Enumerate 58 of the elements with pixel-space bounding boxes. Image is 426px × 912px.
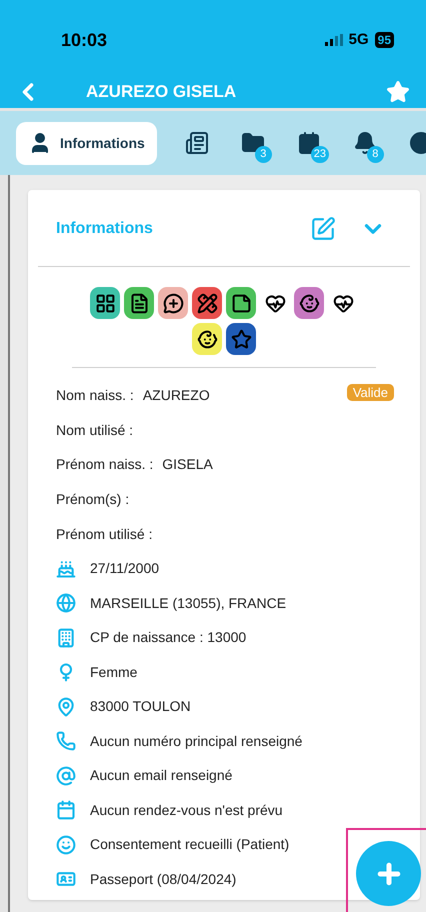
smile-icon [56, 834, 76, 855]
baby-icon [196, 328, 218, 350]
field-value: GISELA [162, 455, 213, 474]
detail-text: Aucun rendez-vous n'est prévu [90, 800, 283, 820]
heart-pulse-icon [332, 292, 354, 314]
module-tile[interactable] [158, 287, 188, 319]
module-tile[interactable] [226, 287, 256, 319]
network-label: 5G [348, 30, 369, 50]
field-label: Nom naiss. : [56, 386, 134, 405]
battery-indicator: 95 [374, 32, 394, 48]
field-label: Prénom naiss. : [56, 455, 154, 474]
detail-text: Aucun numéro principal renseigné [90, 732, 302, 751]
module-tile[interactable] [192, 323, 222, 355]
star-icon [230, 328, 252, 350]
signal-icon [324, 34, 343, 46]
tab[interactable]: 3 [236, 122, 269, 164]
module-tile[interactable] [90, 287, 120, 319]
list-icon [184, 131, 209, 155]
phone-icon [56, 731, 76, 752]
count-badge: 3 [254, 146, 272, 162]
document-icon [128, 292, 150, 314]
detail-text: Femme [90, 662, 138, 682]
detail-text: CP de naissance : 13000 [90, 628, 246, 648]
tab[interactable]: Informations [16, 122, 157, 164]
field-label: Prénom utilisé : [56, 524, 152, 544]
detail-text: 83000 TOULON [90, 697, 191, 716]
detail-text: Aucun email renseigné [90, 766, 232, 786]
building-icon [56, 628, 76, 648]
map-pin-icon [56, 696, 76, 717]
status-time: 10:03 [61, 28, 108, 52]
star-icon[interactable] [386, 80, 410, 104]
module-tile[interactable] [192, 287, 222, 319]
detail-text: Consentement recueilli (Patient) [90, 835, 290, 854]
grid-icon [94, 292, 116, 314]
module-tile[interactable] [226, 323, 256, 355]
chat-icon [162, 292, 184, 314]
status-badge: Valide [346, 384, 394, 401]
tab[interactable]: 8 [348, 122, 381, 164]
globe-icon [56, 593, 76, 614]
module-tile[interactable] [124, 287, 154, 319]
heart-pulse-icon [264, 292, 286, 314]
calendar-icon [56, 800, 76, 820]
note-icon [230, 292, 252, 314]
patient-name: AZUREZO GISELA [86, 81, 236, 104]
baby-icon [298, 292, 320, 314]
detail-text: Passeport (08/04/2024) [90, 870, 236, 889]
field-label: Nom utilisé : [56, 420, 134, 440]
field-label: Prénom(s) : [56, 490, 130, 509]
module-tile[interactable] [294, 287, 324, 319]
count-badge: 23 [310, 146, 330, 162]
card-title: Informations [56, 219, 153, 239]
detail-text: MARSEILLE (13055), FRANCE [90, 594, 286, 613]
field-value: AZUREZO [142, 386, 210, 405]
at-icon [56, 766, 76, 786]
count-badge: 8 [366, 146, 384, 162]
pencil-ruler-icon [196, 292, 218, 314]
cake-icon [56, 558, 76, 579]
detail-text: 27/11/2000 [90, 559, 160, 578]
